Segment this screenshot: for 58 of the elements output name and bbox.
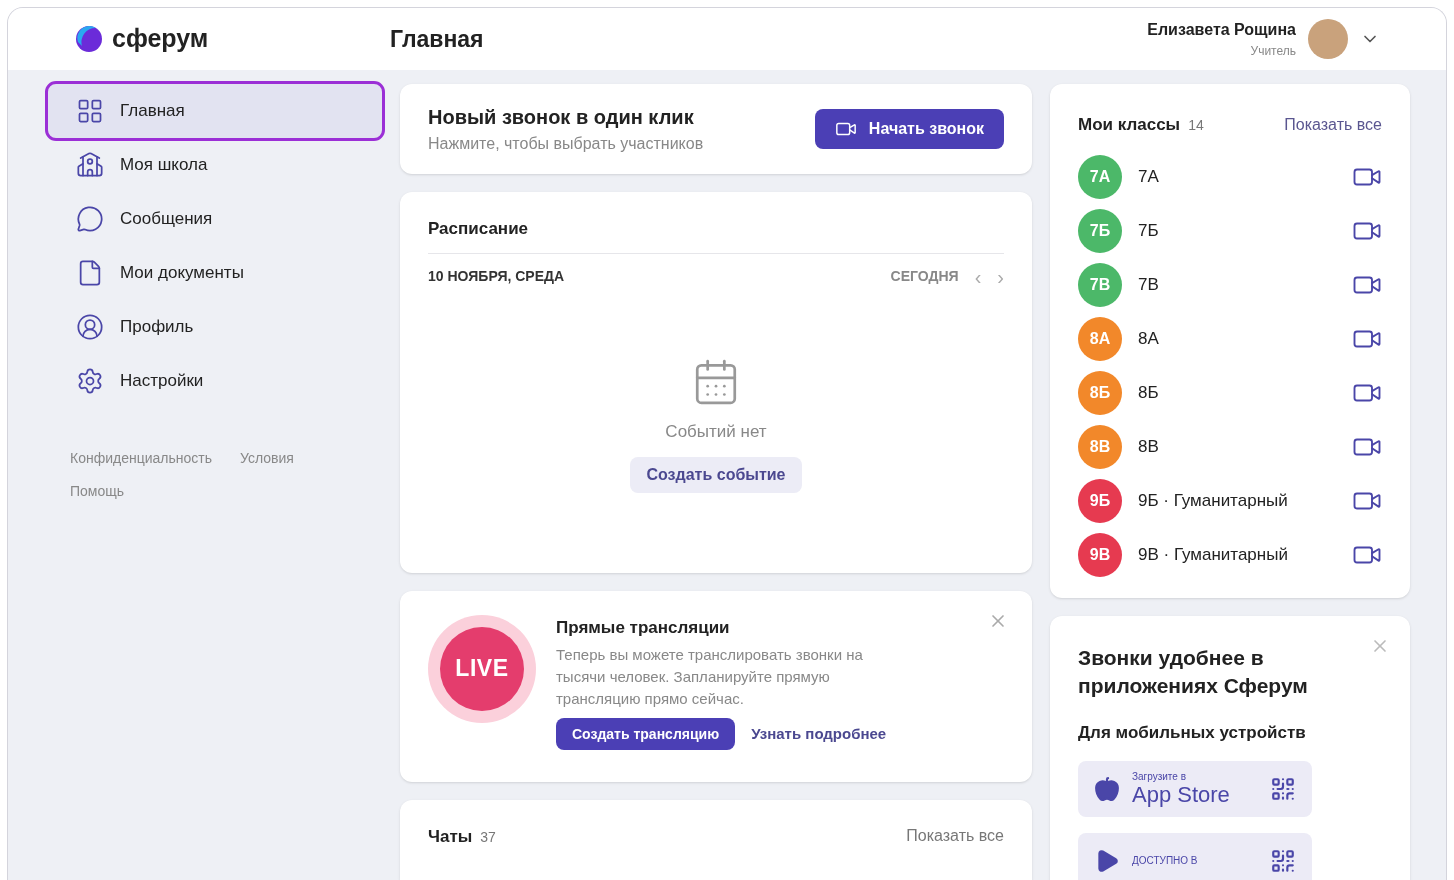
chat-icon <box>76 205 104 233</box>
sidebar-item[interactable]: Профиль <box>48 300 382 354</box>
chats-count: 37 <box>480 828 496 848</box>
sidebar-item[interactable]: Мои документы <box>48 246 382 300</box>
class-name[interactable]: 9В · Гуманитарный <box>1138 541 1352 568</box>
today-button[interactable]: СЕГОДНЯ <box>890 266 959 288</box>
schedule-date: 10 НОЯБРЯ, СРЕДА <box>428 267 565 287</box>
class-avatar: 9Б <box>1078 478 1122 523</box>
settings-icon <box>76 367 104 395</box>
store-button[interactable]: ДОСТУПНО В <box>1078 833 1312 880</box>
show-all-link[interactable]: Показать все <box>906 824 1004 849</box>
create-event-button[interactable]: Создать событие <box>630 456 802 493</box>
class-name[interactable]: 7В <box>1138 271 1352 298</box>
card-subtitle: Для мобильных устройств <box>1078 721 1307 744</box>
card-title: Мои классы <box>1078 114 1181 136</box>
class-avatar: 8В <box>1078 424 1122 469</box>
class-avatar: 9В <box>1078 532 1122 577</box>
logo-text: сферум <box>112 23 209 55</box>
qr-code-icon <box>1270 776 1296 802</box>
show-all-link[interactable]: Показать все <box>1284 113 1382 137</box>
card-title: Чаты <box>428 826 473 849</box>
card-subtitle: Нажмите, чтобы выбрать участников <box>428 133 704 154</box>
sidebar-item[interactable]: Настройки <box>48 354 382 408</box>
profile-icon <box>76 313 104 341</box>
empty-text: Событий нет <box>665 421 767 444</box>
live-description: Теперь вы можете транслировать звонки на тысячи человек. Запланируйте прямую трансляцию прямо сейчас. <box>556 645 864 710</box>
user-role: Учитель <box>1250 43 1296 60</box>
card-title: Звонки удобнее в приложениях Сферум <box>1078 644 1309 699</box>
class-avatar: 7А <box>1078 154 1122 199</box>
class-name[interactable]: 9Б · Гуманитарный <box>1138 487 1352 514</box>
apple-icon <box>1094 776 1120 802</box>
sidebar-item[interactable]: Сообщения <box>48 192 382 246</box>
class-avatar: 8Б <box>1078 370 1122 415</box>
page-title: Главная <box>390 24 485 54</box>
class-avatar: 7В <box>1078 262 1122 307</box>
card-title: Новый звонок в один клик <box>428 104 695 130</box>
start-call-button[interactable]: Начать звонок <box>814 108 1004 149</box>
sidebar-item[interactable]: Главная <box>48 84 382 138</box>
live-badge: LIVE <box>428 614 536 723</box>
class-name[interactable]: 8Б <box>1138 379 1352 406</box>
sidebar-item[interactable]: Моя школа <box>48 138 382 192</box>
class-name[interactable]: 7А <box>1138 163 1352 190</box>
class-name[interactable]: 8А <box>1138 325 1352 352</box>
learn-more-link[interactable]: Узнать подробнее <box>751 722 887 746</box>
class-name[interactable]: 7Б <box>1138 217 1352 244</box>
classes-count: 14 <box>1188 116 1204 135</box>
user-name: Елизавета Рощина <box>1147 20 1296 40</box>
qr-code-icon <box>1270 848 1296 874</box>
logo-icon <box>74 24 104 54</box>
create-stream-button[interactable]: Создать трансляцию <box>556 718 736 751</box>
class-avatar: 7Б <box>1078 208 1122 253</box>
class-avatar: 8А <box>1078 316 1122 361</box>
grid-icon <box>76 97 104 125</box>
card-title: Расписание <box>428 215 1004 255</box>
card-title: Прямые трансляции <box>556 616 731 639</box>
school-icon <box>76 151 104 179</box>
store-button[interactable]: Загрузите в App Store <box>1078 761 1312 817</box>
class-name[interactable]: 8В <box>1138 433 1352 460</box>
